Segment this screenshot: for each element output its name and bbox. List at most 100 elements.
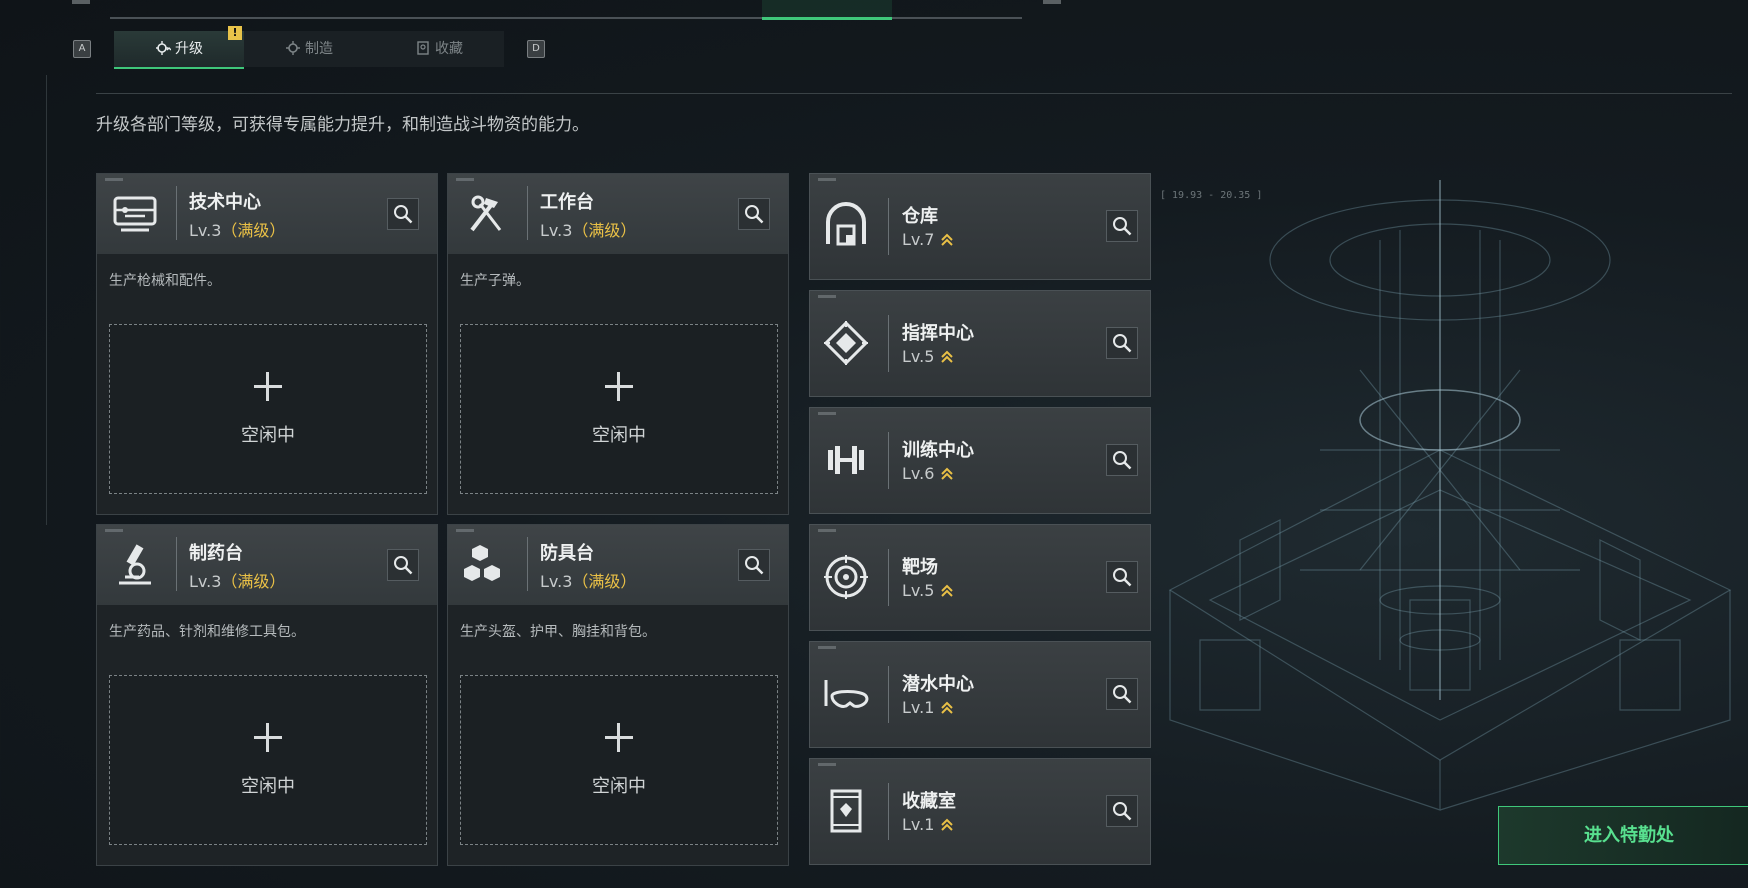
- upgrade-arrow-icon: [941, 467, 954, 480]
- slot-status: 空闲中: [592, 776, 646, 797]
- base-wireframe-scene: [1168, 180, 1732, 811]
- inspect-button[interactable]: [1106, 444, 1138, 476]
- hammer-wrench-icon: [470, 195, 502, 232]
- inspect-button[interactable]: [1106, 678, 1138, 710]
- top-nav-strip[interactable]: [110, 0, 1022, 20]
- tab-upgrade-label: 升级: [175, 41, 203, 57]
- dept-card-warehouse[interactable]: 仓库 Lv.7: [809, 173, 1151, 280]
- inspect-button[interactable]: [387, 198, 419, 230]
- card-header: 制药台 Lv.3（满级）: [97, 525, 437, 605]
- tab-collection-label: 收藏: [435, 41, 463, 57]
- card-header: 防具台 Lv.3（满级）: [448, 525, 788, 605]
- dept-card-shooting-range[interactable]: 靶场 Lv.5: [809, 524, 1151, 631]
- inspect-button[interactable]: [387, 549, 419, 581]
- add-plus-icon: [110, 720, 426, 756]
- left-frame-line: [46, 75, 47, 525]
- top-strip-left-key: [72, 0, 90, 4]
- dept-card-command-center[interactable]: 指挥中心 Lv.5: [809, 290, 1151, 397]
- collection-case-icon: [417, 41, 429, 55]
- dept-card-collection-room[interactable]: 收藏室 Lv.1: [809, 758, 1151, 865]
- card-name: 工作台: [540, 192, 594, 213]
- upgrade-arrow-icon: [941, 350, 954, 363]
- card-name: 指挥中心: [902, 323, 974, 344]
- top-nav-active-tab[interactable]: [762, 0, 892, 20]
- card-name: 防具台: [540, 543, 594, 564]
- top-strip-right-key: [1043, 0, 1061, 4]
- display-case-icon: [830, 789, 862, 833]
- card-name: 潜水中心: [902, 674, 974, 695]
- card-description: 生产子弹。: [460, 273, 530, 289]
- tab-craft-label: 制造: [305, 41, 333, 57]
- dept-card-workbench[interactable]: 工作台 Lv.3（满级） 生产子弹。 空闲中: [447, 173, 789, 515]
- tab-craft[interactable]: 制造: [244, 31, 374, 67]
- max-level-tag: （满级）: [572, 221, 637, 240]
- card-level: Lv.5: [902, 581, 954, 600]
- header-divider: [96, 93, 1732, 94]
- card-level: Lv.3（满级）: [189, 221, 286, 240]
- cubes-icon: [464, 545, 500, 581]
- production-slot[interactable]: 空闲中: [109, 675, 427, 845]
- production-slot[interactable]: 空闲中: [460, 324, 778, 494]
- inspect-button[interactable]: [1106, 327, 1138, 359]
- card-name: 靶场: [902, 557, 938, 578]
- search-icon: [1113, 685, 1132, 704]
- search-icon: [1113, 568, 1132, 587]
- terminal-icon: [113, 196, 157, 232]
- add-plus-icon: [461, 369, 777, 405]
- tab-upgrade[interactable]: 升级: [114, 31, 244, 69]
- inspect-button[interactable]: [1106, 795, 1138, 827]
- dept-card-armor-bench[interactable]: 防具台 Lv.3（满级） 生产头盔、护甲、胸挂和背包。 空闲中: [447, 524, 789, 866]
- add-plus-icon: [461, 720, 777, 756]
- card-name: 训练中心: [902, 440, 974, 461]
- card-name: 仓库: [902, 206, 938, 227]
- add-plus-icon: [110, 369, 426, 405]
- microscope-icon: [119, 544, 151, 585]
- dept-card-tech-center[interactable]: 技术中心 Lv.3（满级） 生产枪械和配件。 空闲中: [96, 173, 438, 515]
- hotkey-next: D: [527, 40, 545, 58]
- dumbbell-icon: [828, 446, 864, 474]
- card-level: Lv.1: [902, 698, 954, 717]
- search-icon: [745, 205, 764, 224]
- upgrade-gear-icon: [156, 41, 172, 55]
- inspect-button[interactable]: [1106, 210, 1138, 242]
- card-header: 技术中心 Lv.3（满级）: [97, 174, 437, 254]
- command-emblem-icon: [823, 320, 869, 366]
- search-icon: [1113, 334, 1132, 353]
- inspect-button[interactable]: [738, 549, 770, 581]
- craft-gear-icon: [286, 41, 300, 55]
- card-level: Lv.5: [902, 347, 954, 366]
- search-icon: [745, 556, 764, 575]
- upgrade-arrow-icon: [941, 701, 954, 714]
- card-description: 生产药品、针剂和维修工具包。: [109, 624, 305, 640]
- search-icon: [394, 205, 413, 224]
- dept-card-training-center[interactable]: 训练中心 Lv.6: [809, 407, 1151, 514]
- production-slot[interactable]: 空闲中: [460, 675, 778, 845]
- card-header: 工作台 Lv.3（满级）: [448, 174, 788, 254]
- max-level-tag: （满级）: [572, 572, 637, 591]
- card-level: Lv.7: [902, 230, 954, 249]
- search-icon: [1113, 451, 1132, 470]
- inspect-button[interactable]: [1106, 561, 1138, 593]
- card-level: Lv.3（满级）: [540, 572, 637, 591]
- target-icon: [824, 555, 868, 599]
- production-slot[interactable]: 空闲中: [109, 324, 427, 494]
- card-name: 技术中心: [189, 192, 261, 213]
- search-icon: [394, 556, 413, 575]
- diving-mask-icon: [824, 680, 869, 708]
- card-description: 生产头盔、护甲、胸挂和背包。: [460, 624, 656, 640]
- warehouse-icon: [826, 202, 866, 246]
- dept-card-pharmacy[interactable]: 制药台 Lv.3（满级） 生产药品、针剂和维修工具包。 空闲中: [96, 524, 438, 866]
- upgrade-arrow-icon: [941, 584, 954, 597]
- upgrade-arrow-icon: [941, 818, 954, 831]
- tab-collection[interactable]: 收藏: [374, 31, 504, 67]
- search-icon: [1113, 802, 1132, 821]
- card-level: Lv.1: [902, 815, 954, 834]
- inspect-button[interactable]: [738, 198, 770, 230]
- hotkey-prev: A: [73, 40, 91, 58]
- slot-status: 空闲中: [241, 776, 295, 797]
- enter-special-ops-button[interactable]: 进入特勤处: [1498, 806, 1748, 865]
- dept-card-diving-center[interactable]: 潜水中心 Lv.1: [809, 641, 1151, 748]
- card-name: 收藏室: [902, 791, 956, 812]
- max-level-tag: （满级）: [221, 572, 286, 591]
- max-level-tag: （满级）: [221, 221, 286, 240]
